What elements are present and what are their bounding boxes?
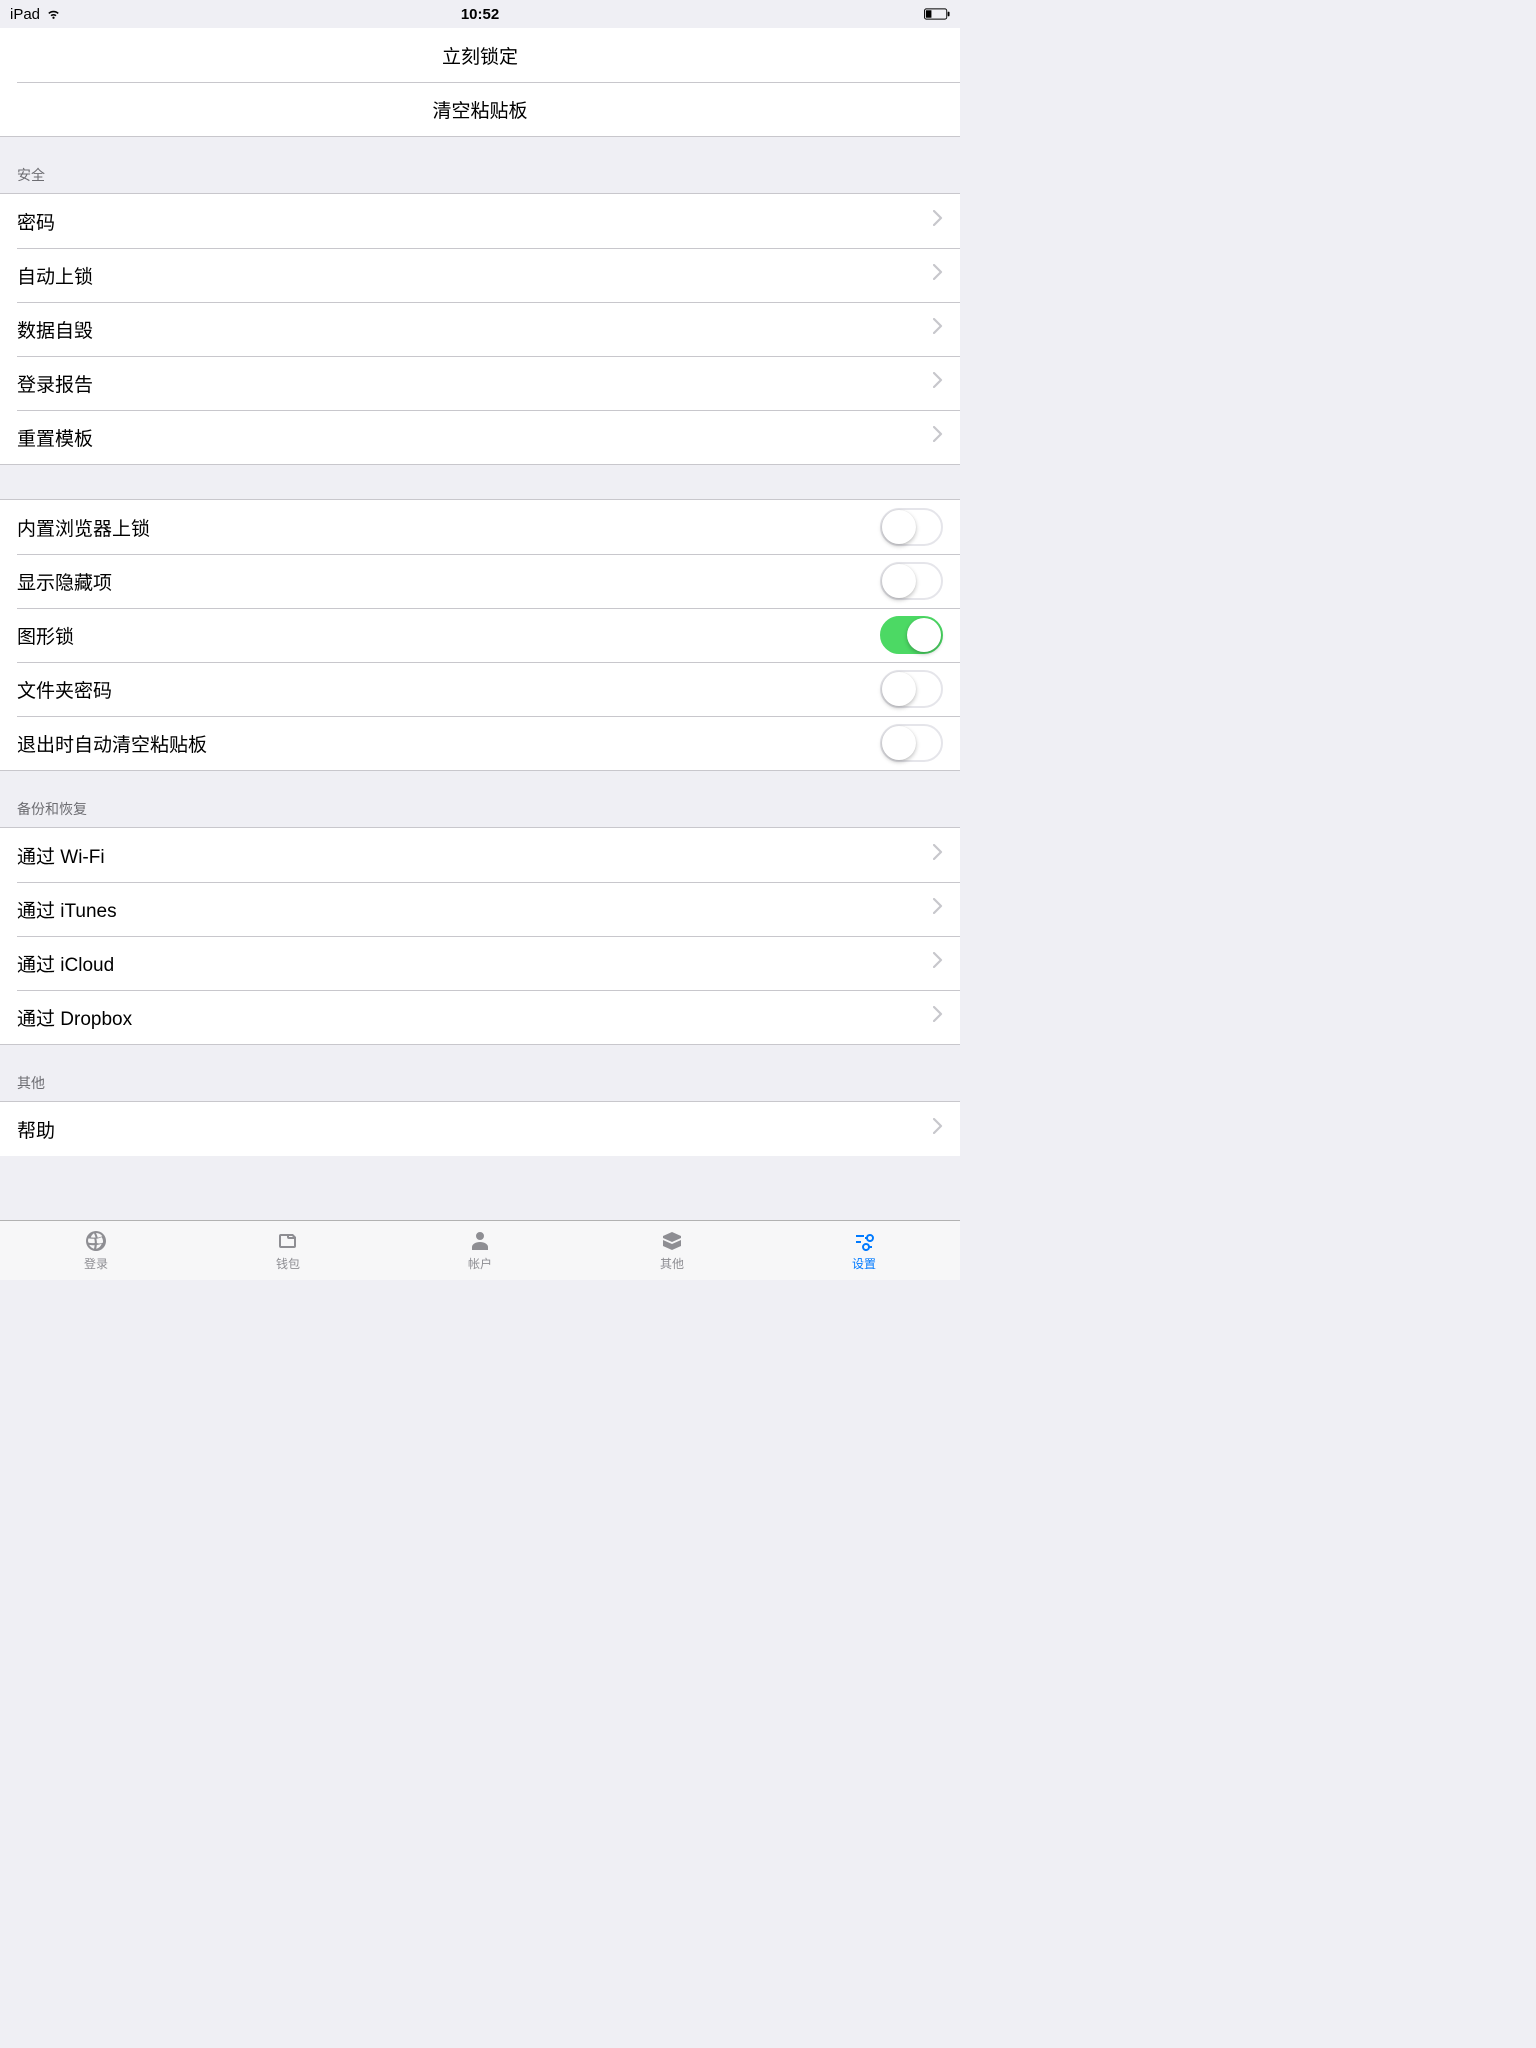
chevron-right-icon bbox=[933, 264, 943, 286]
reset-template-label: 重置模板 bbox=[17, 424, 925, 451]
tab-account-label: 帐户 bbox=[468, 1255, 492, 1272]
lock-now-row[interactable]: 立刻锁定 bbox=[0, 28, 960, 82]
help-label: 帮助 bbox=[17, 1116, 925, 1143]
folder-password-label: 文件夹密码 bbox=[17, 676, 880, 703]
chevron-right-icon bbox=[933, 952, 943, 974]
tab-login[interactable]: 登录 bbox=[0, 1221, 192, 1280]
backup-itunes-row[interactable]: 通过 iTunes bbox=[0, 882, 960, 936]
backup-dropbox-row[interactable]: 通过 Dropbox bbox=[0, 990, 960, 1044]
security-header: 安全 bbox=[0, 137, 960, 193]
clear-clipboard-label: 清空粘贴板 bbox=[432, 96, 527, 123]
login-report-label: 登录报告 bbox=[17, 370, 925, 397]
tab-bar: 登录 钱包 帐户 其他 设置 bbox=[0, 1220, 960, 1280]
wallet-icon bbox=[274, 1229, 302, 1253]
chevron-right-icon bbox=[933, 318, 943, 340]
status-bar: iPad 10:52 bbox=[0, 0, 960, 28]
section-gap bbox=[0, 465, 960, 499]
data-destroy-label: 数据自毁 bbox=[17, 316, 925, 343]
tab-others[interactable]: 其他 bbox=[576, 1221, 768, 1280]
backup-dropbox-label: 通过 Dropbox bbox=[17, 1004, 925, 1031]
other-header: 其他 bbox=[0, 1045, 960, 1101]
folder-password-switch[interactable] bbox=[880, 670, 943, 708]
browser-lock-row: 内置浏览器上锁 bbox=[0, 500, 960, 554]
tab-settings[interactable]: 设置 bbox=[768, 1221, 960, 1280]
chevron-right-icon bbox=[933, 1118, 943, 1140]
folder-password-row: 文件夹密码 bbox=[0, 662, 960, 716]
tab-wallet[interactable]: 钱包 bbox=[192, 1221, 384, 1280]
password-row[interactable]: 密码 bbox=[0, 194, 960, 248]
status-time: 10:52 bbox=[461, 6, 499, 23]
chevron-right-icon bbox=[933, 844, 943, 866]
backup-icloud-row[interactable]: 通过 iCloud bbox=[0, 936, 960, 990]
settings-icon bbox=[850, 1229, 878, 1253]
chevron-right-icon bbox=[933, 372, 943, 394]
login-report-row[interactable]: 登录报告 bbox=[0, 356, 960, 410]
chevron-right-icon bbox=[933, 210, 943, 232]
tab-account[interactable]: 帐户 bbox=[384, 1221, 576, 1280]
backup-list: 通过 Wi-Fi 通过 iTunes 通过 iCloud 通过 Dropbox bbox=[0, 827, 960, 1045]
tab-wallet-label: 钱包 bbox=[276, 1255, 300, 1272]
chevron-right-icon bbox=[933, 426, 943, 448]
clear-clipboard-row[interactable]: 清空粘贴板 bbox=[0, 82, 960, 136]
battery-icon bbox=[924, 8, 950, 20]
globe-icon bbox=[82, 1229, 110, 1253]
toggles-list: 内置浏览器上锁 显示隐藏项 图形锁 文件夹密码 退出时自动清空粘贴板 bbox=[0, 499, 960, 771]
backup-itunes-label: 通过 iTunes bbox=[17, 896, 925, 923]
password-label: 密码 bbox=[17, 208, 925, 235]
lock-now-label: 立刻锁定 bbox=[442, 42, 518, 69]
tab-others-label: 其他 bbox=[660, 1255, 684, 1272]
browser-lock-label: 内置浏览器上锁 bbox=[17, 514, 880, 541]
data-destroy-row[interactable]: 数据自毁 bbox=[0, 302, 960, 356]
show-hidden-label: 显示隐藏项 bbox=[17, 568, 880, 595]
pattern-lock-label: 图形锁 bbox=[17, 622, 880, 649]
tab-login-label: 登录 bbox=[84, 1255, 108, 1272]
show-hidden-switch[interactable] bbox=[880, 562, 943, 600]
auto-clear-clipboard-row: 退出时自动清空粘贴板 bbox=[0, 716, 960, 770]
security-list: 密码 自动上锁 数据自毁 登录报告 重置模板 bbox=[0, 193, 960, 465]
help-row[interactable]: 帮助 bbox=[0, 1102, 960, 1156]
backup-header: 备份和恢复 bbox=[0, 771, 960, 827]
status-left: iPad bbox=[10, 6, 61, 23]
auto-lock-label: 自动上锁 bbox=[17, 262, 925, 289]
browser-lock-switch[interactable] bbox=[880, 508, 943, 546]
auto-clear-clipboard-switch[interactable] bbox=[880, 724, 943, 762]
chevron-right-icon bbox=[933, 898, 943, 920]
wifi-icon bbox=[46, 8, 61, 20]
pattern-lock-row: 图形锁 bbox=[0, 608, 960, 662]
box-icon bbox=[658, 1229, 686, 1253]
reset-template-row[interactable]: 重置模板 bbox=[0, 410, 960, 464]
top-actions-list: 立刻锁定 清空粘贴板 bbox=[0, 28, 960, 137]
device-label: iPad bbox=[10, 6, 40, 23]
auto-clear-clipboard-label: 退出时自动清空粘贴板 bbox=[17, 730, 880, 757]
pattern-lock-switch[interactable] bbox=[880, 616, 943, 654]
person-icon bbox=[466, 1229, 494, 1253]
show-hidden-row: 显示隐藏项 bbox=[0, 554, 960, 608]
backup-wifi-label: 通过 Wi-Fi bbox=[17, 842, 925, 869]
backup-wifi-row[interactable]: 通过 Wi-Fi bbox=[0, 828, 960, 882]
chevron-right-icon bbox=[933, 1006, 943, 1028]
other-list: 帮助 bbox=[0, 1101, 960, 1156]
backup-icloud-label: 通过 iCloud bbox=[17, 950, 925, 977]
tab-settings-label: 设置 bbox=[852, 1255, 876, 1272]
auto-lock-row[interactable]: 自动上锁 bbox=[0, 248, 960, 302]
